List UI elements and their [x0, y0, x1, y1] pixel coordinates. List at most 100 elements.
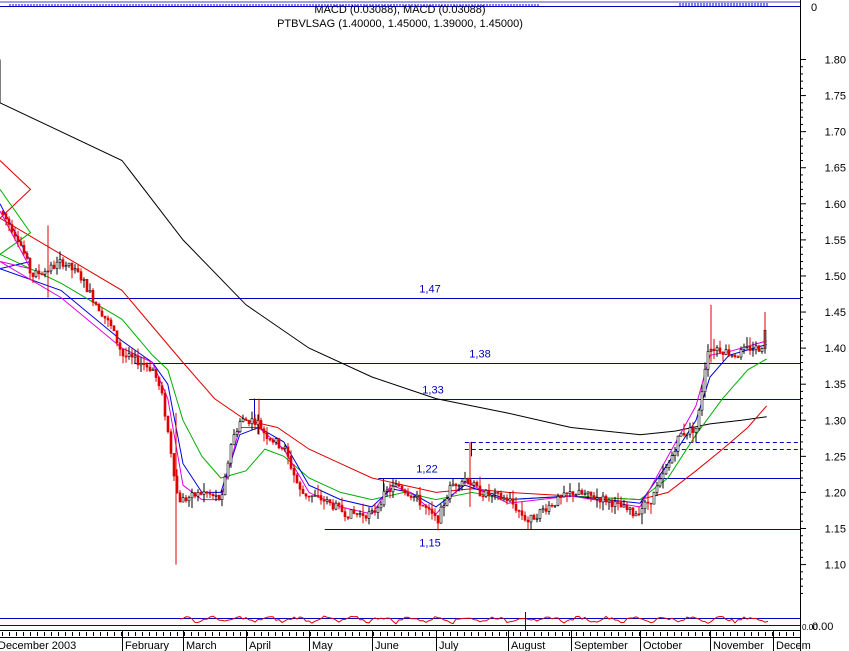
candle-body — [1, 210, 5, 214]
candle-body — [637, 513, 641, 516]
candle-body — [562, 492, 566, 498]
candle-body — [568, 491, 572, 495]
candle-body — [742, 346, 746, 350]
candle-body — [451, 483, 455, 487]
candle-body — [433, 513, 437, 517]
candle-body — [64, 265, 68, 267]
candle-body — [376, 507, 380, 513]
candle-body — [73, 268, 77, 271]
candle-body — [658, 478, 662, 487]
volume-bars — [179, 612, 769, 630]
candle-body — [622, 504, 626, 508]
candle-body — [523, 515, 527, 521]
candle-body — [400, 485, 404, 491]
candle-body — [553, 504, 557, 507]
candle-body — [82, 279, 86, 281]
candle-body — [583, 493, 587, 496]
candle-body — [499, 492, 503, 500]
level-label: 1,22 — [416, 464, 437, 476]
candle-body — [235, 431, 239, 435]
candle-body — [664, 467, 668, 475]
candle-body — [679, 432, 683, 437]
candle-body — [574, 494, 578, 496]
candle-body — [385, 489, 389, 492]
candle-body — [358, 513, 362, 515]
candle-body — [37, 270, 41, 275]
candle-body — [481, 495, 485, 498]
candle-body — [604, 495, 608, 503]
candle-body — [322, 499, 326, 502]
candle-body — [418, 494, 422, 506]
y-tick-label: 1.75 — [825, 91, 846, 103]
month-label: July — [439, 640, 459, 651]
candle-body — [151, 368, 155, 371]
candle-body — [379, 504, 383, 509]
candle-body — [607, 499, 611, 503]
candle-body — [577, 490, 581, 495]
candle-body — [154, 368, 158, 378]
candle-body — [43, 271, 47, 275]
candle-body — [628, 507, 632, 510]
moving-averages — [0, 59, 768, 515]
candle-body — [460, 481, 464, 487]
candle-body — [226, 462, 230, 478]
candle-body — [280, 447, 284, 450]
candle-body — [505, 497, 509, 502]
candle-body — [409, 495, 413, 498]
candle-body — [232, 434, 236, 446]
y-tick-label: 1.80 — [825, 55, 846, 67]
candle-body — [388, 489, 392, 493]
candle-body — [403, 489, 407, 494]
candle-body — [145, 364, 149, 368]
candle-body — [733, 354, 737, 358]
candle-body — [28, 258, 32, 274]
candle-body — [355, 513, 359, 515]
candle-body — [352, 509, 356, 514]
candle-body — [193, 492, 197, 497]
candle-body — [139, 363, 143, 366]
candle-body — [247, 420, 251, 425]
bottom-scale-label-inner: 0.00 — [802, 623, 818, 632]
candle-body — [457, 485, 461, 488]
candle-body — [7, 218, 11, 225]
candle-body — [601, 495, 605, 503]
candle-body — [760, 348, 764, 352]
candle-body — [199, 492, 203, 495]
candle-body — [277, 438, 281, 449]
candle-body — [76, 268, 80, 272]
candle-body — [475, 482, 479, 487]
candle-body — [721, 352, 725, 355]
candle-body — [49, 264, 53, 272]
candle-body — [367, 511, 371, 519]
month-label: June — [375, 640, 399, 651]
candle-body — [649, 502, 653, 505]
candle-body — [112, 325, 116, 332]
candle-body — [478, 485, 482, 497]
candle-body — [130, 353, 134, 358]
candle-body — [31, 272, 35, 277]
candle-body — [349, 509, 353, 519]
candle-body — [640, 508, 644, 515]
candle-body — [10, 224, 14, 233]
candle-body — [682, 432, 686, 436]
candle-body — [361, 513, 365, 517]
candle-body — [370, 510, 374, 513]
candle-body — [490, 493, 494, 496]
y-tick-label: 1.40 — [825, 343, 846, 355]
candle-body — [265, 432, 269, 439]
candle-body — [67, 262, 71, 266]
candle-body — [181, 497, 185, 503]
candle-body — [124, 355, 128, 358]
candle-body — [325, 499, 329, 502]
candle-body — [70, 262, 74, 271]
candle-body — [307, 495, 311, 498]
candle-body — [214, 495, 218, 497]
candle-body — [343, 511, 347, 517]
candle-body — [712, 348, 716, 352]
candle-body — [415, 494, 419, 497]
candle-body — [748, 345, 752, 351]
y-tick-label: 1.70 — [825, 127, 846, 139]
candle-body — [157, 377, 161, 387]
candle-body — [421, 504, 425, 507]
y-tick-label: 1.30 — [825, 415, 846, 427]
